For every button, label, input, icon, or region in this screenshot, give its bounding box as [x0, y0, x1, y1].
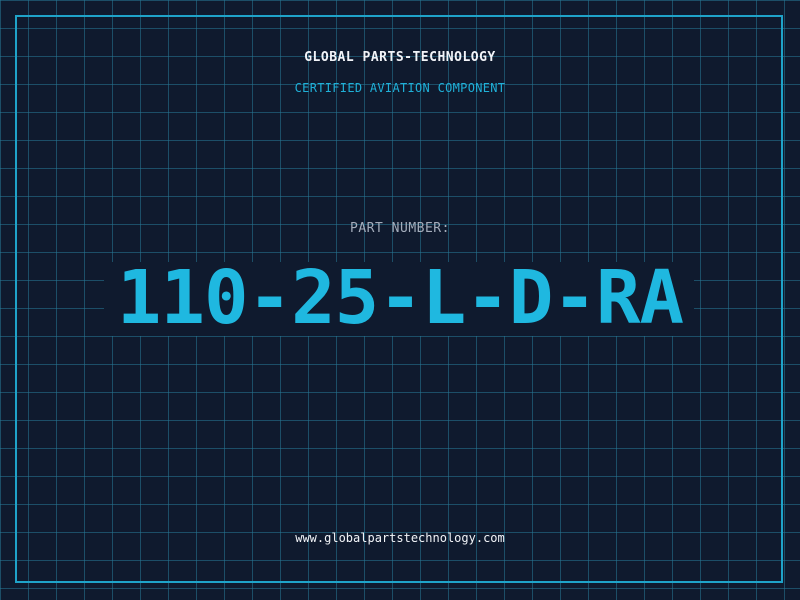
- part-tag-canvas: GLOBAL PARTS-TECHNOLOGY CERTIFIED AVIATI…: [0, 0, 800, 600]
- part-number-value: 110-25-L-D-RA: [116, 255, 684, 341]
- website-url[interactable]: www.globalpartstechnology.com: [0, 531, 800, 545]
- company-name: GLOBAL PARTS-TECHNOLOGY: [304, 50, 496, 65]
- certification-subtitle: CERTIFIED AVIATION COMPONENT: [294, 81, 506, 95]
- part-number-label: PART NUMBER:: [350, 221, 450, 236]
